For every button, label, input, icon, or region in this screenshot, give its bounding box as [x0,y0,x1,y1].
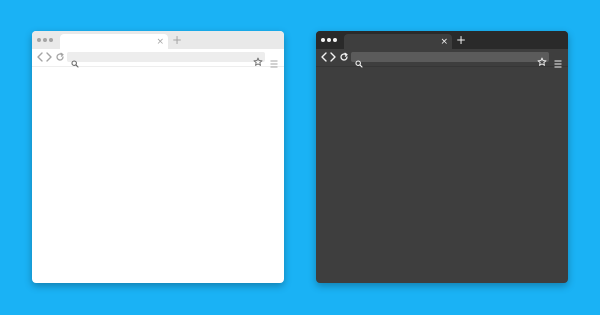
browser-tab[interactable]: × [60,34,168,49]
light-browser-window: × + [32,31,284,283]
address-bar[interactable] [67,52,265,68]
window-controls [321,38,337,42]
window-dot-icon[interactable] [49,38,53,42]
star-icon[interactable] [253,52,263,66]
menu-icon[interactable] [270,53,278,68]
new-tab-icon[interactable]: + [456,33,466,47]
browser-tab[interactable]: × [344,34,452,49]
search-icon [355,53,363,68]
window-dot-icon[interactable] [43,38,47,42]
window-dot-icon[interactable] [333,38,337,42]
page-content [32,67,284,283]
address-bar[interactable] [351,52,549,68]
dark-browser-window: × + [316,31,568,283]
page-content [316,67,568,283]
menu-icon[interactable] [554,53,562,68]
forward-icon[interactable] [329,52,337,62]
title-bar: × + [316,31,568,49]
window-controls [37,38,53,42]
back-icon[interactable] [320,52,328,62]
title-bar: × + [32,31,284,49]
toolbar [32,49,284,68]
back-icon[interactable] [36,52,44,62]
new-tab-icon[interactable]: + [172,33,182,47]
star-icon[interactable] [537,52,547,66]
tab-close-icon[interactable]: × [440,35,448,49]
window-dot-icon[interactable] [327,38,331,42]
tab-close-icon[interactable]: × [156,35,164,49]
toolbar [316,49,568,68]
reload-icon[interactable] [339,52,349,62]
search-icon [71,53,79,68]
window-dot-icon[interactable] [321,38,325,42]
reload-icon[interactable] [55,52,65,62]
window-dot-icon[interactable] [37,38,41,42]
forward-icon[interactable] [45,52,53,62]
